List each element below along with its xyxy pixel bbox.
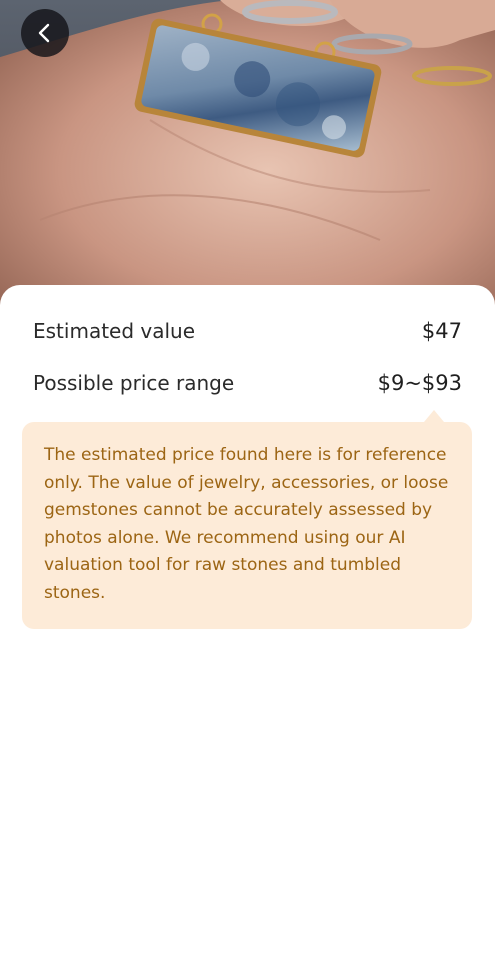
- estimated-value-label: Estimated value: [33, 319, 196, 343]
- price-range-amount: $9~$93: [377, 371, 462, 395]
- estimated-value-row: Estimated value $47: [33, 319, 462, 343]
- disclaimer-text: The estimated price found here is for re…: [44, 445, 449, 603]
- valuation-sheet: Estimated value $47 Possible price range…: [0, 285, 495, 960]
- screen: Estimated value $47 Possible price range…: [0, 0, 495, 960]
- gemstone-photo: [0, 0, 495, 310]
- back-button[interactable]: [21, 9, 69, 57]
- chevron-left-icon: [38, 23, 50, 43]
- price-range-label: Possible price range: [33, 371, 235, 395]
- price-range-row: Possible price range $9~$93: [33, 371, 462, 395]
- disclaimer-notice: The estimated price found here is for re…: [22, 422, 472, 629]
- estimated-value-amount: $47: [421, 319, 462, 343]
- notice-pointer: [424, 410, 444, 422]
